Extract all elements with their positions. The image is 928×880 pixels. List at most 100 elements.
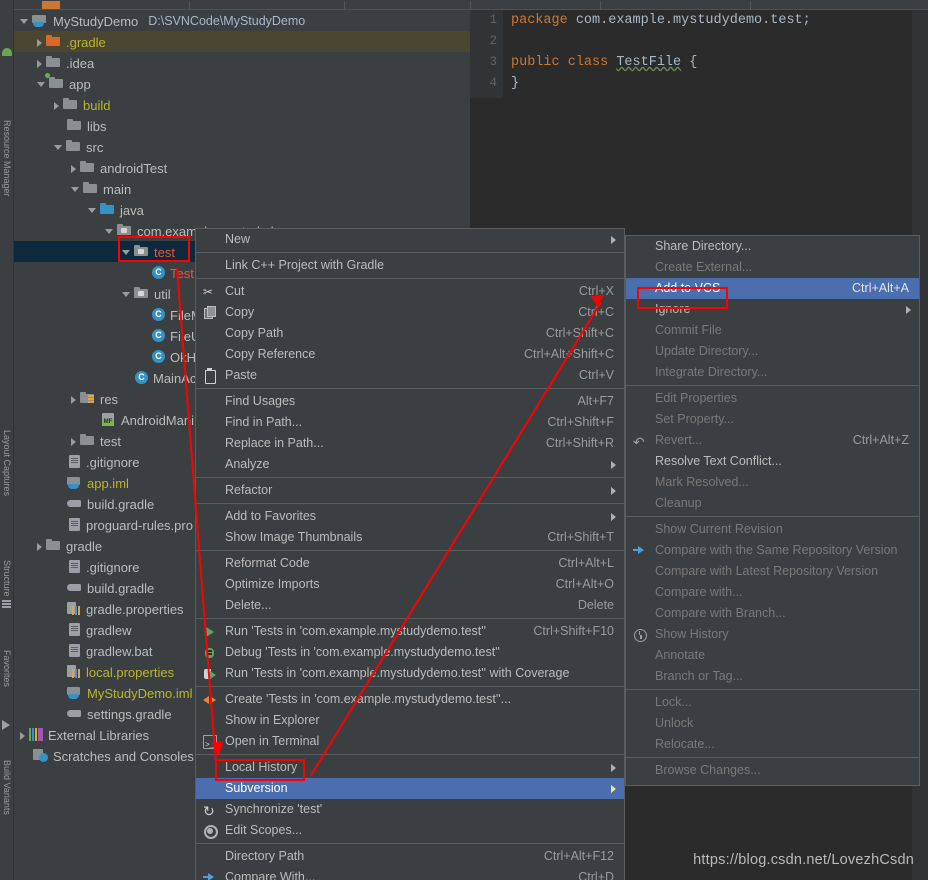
tree-node-gradle[interactable]: .gradle bbox=[14, 31, 470, 52]
menu-item-copy-path[interactable]: Copy Path Ctrl+Shift+C bbox=[196, 323, 624, 344]
menu-item-replace-in-path[interactable]: Replace in Path... Ctrl+Shift+R bbox=[196, 433, 624, 454]
code-line[interactable]: } bbox=[503, 73, 928, 94]
chevron-down-icon[interactable] bbox=[122, 292, 130, 298]
android-icon[interactable] bbox=[2, 48, 12, 58]
menu-item-show-in-explorer[interactable]: Show in Explorer bbox=[196, 710, 624, 731]
iml-icon bbox=[67, 686, 82, 699]
menu-item-create-tests-in-com-example-mystudydemo-te[interactable]: Create 'Tests in 'com.example.mystudydem… bbox=[196, 689, 624, 710]
tree-node-src[interactable]: src bbox=[14, 136, 470, 157]
tree-node-label: .idea bbox=[66, 56, 95, 72]
chevron-right-icon bbox=[611, 764, 616, 772]
chevron-down-icon[interactable] bbox=[37, 82, 45, 88]
menu-item-debug-tests-in-com-example-mystudydemo-tes[interactable]: Debug 'Tests in 'com.example.mystudydemo… bbox=[196, 642, 624, 663]
structure-icon[interactable] bbox=[2, 600, 12, 610]
favorites-arrow-icon[interactable] bbox=[2, 720, 12, 730]
tree-node-java[interactable]: java bbox=[14, 199, 470, 220]
menu-item-reformat-code[interactable]: Reformat Code Ctrl+Alt+L bbox=[196, 553, 624, 574]
menu-item-directory-path[interactable]: Directory Path Ctrl+Alt+F12 bbox=[196, 846, 624, 867]
tree-node-app[interactable]: app bbox=[14, 73, 470, 94]
chevron-down-icon[interactable] bbox=[122, 250, 130, 256]
menu-separator bbox=[196, 388, 624, 389]
code-token: com.example.mystudydemo.test; bbox=[575, 13, 811, 28]
code-line[interactable] bbox=[503, 31, 928, 52]
editor-code-area[interactable]: package com.example.mystudydemo.test; pu… bbox=[503, 10, 928, 98]
menu-item-resolve-text-conflict[interactable]: Resolve Text Conflict... bbox=[626, 451, 919, 472]
menu-item-local-history[interactable]: Local History bbox=[196, 757, 624, 778]
chevron-right-icon[interactable] bbox=[37, 38, 42, 47]
menu-separator bbox=[196, 477, 624, 478]
chevron-right-icon[interactable] bbox=[37, 59, 42, 68]
scissors-icon bbox=[203, 285, 217, 299]
menu-item-run-tests-in-com-example-mystudydemo-test[interactable]: Run 'Tests in 'com.example.mystudydemo.t… bbox=[196, 621, 624, 642]
menu-item-label: Compare with the Same Repository Version bbox=[655, 543, 898, 557]
menu-item-shortcut: Ctrl+Alt+A bbox=[852, 281, 909, 295]
chevron-down-icon[interactable] bbox=[88, 208, 96, 214]
menu-item-find-in-path[interactable]: Find in Path... Ctrl+Shift+F bbox=[196, 412, 624, 433]
chevron-right-icon[interactable] bbox=[71, 437, 76, 446]
menu-item-shortcut: Ctrl+D bbox=[578, 870, 614, 880]
menu-item-commit-file: Commit File bbox=[626, 320, 919, 341]
menu-item-paste[interactable]: Paste Ctrl+V bbox=[196, 365, 624, 386]
tree-node-build[interactable]: build bbox=[14, 94, 470, 115]
menu-item-ignore[interactable]: Ignore bbox=[626, 299, 919, 320]
code-token: TestFile bbox=[616, 55, 682, 70]
tree-node-main[interactable]: main bbox=[14, 178, 470, 199]
menu-item-label: Local History bbox=[225, 760, 298, 774]
file-icon bbox=[69, 518, 80, 532]
menu-item-add-to-vcs[interactable]: Add to VCS Ctrl+Alt+A bbox=[626, 278, 919, 299]
menu-item-label: Run 'Tests in 'com.example.mystudydemo.t… bbox=[225, 624, 487, 638]
chevron-right-icon[interactable] bbox=[71, 395, 76, 404]
chevron-right-icon[interactable] bbox=[37, 542, 42, 551]
menu-item-link-c-project-with-gradle[interactable]: Link C++ Project with Gradle bbox=[196, 255, 624, 276]
toolwindow-resource-manager[interactable]: Resource Manager bbox=[0, 120, 14, 197]
chevron-right-icon[interactable] bbox=[54, 101, 59, 110]
toolwindow-layout-captures[interactable]: Layout Captures bbox=[0, 430, 14, 496]
menu-item-analyze[interactable]: Analyze bbox=[196, 454, 624, 475]
menu-item-refactor[interactable]: Refactor bbox=[196, 480, 624, 501]
menu-item-shortcut: Delete bbox=[577, 598, 614, 612]
tree-node-androidtest[interactable]: androidTest bbox=[14, 157, 470, 178]
menu-item-optimize-imports[interactable]: Optimize Imports Ctrl+Alt+O bbox=[196, 574, 624, 595]
chevron-down-icon[interactable] bbox=[54, 145, 62, 151]
menu-item-open-in-terminal[interactable]: Open in Terminal bbox=[196, 731, 624, 756]
chevron-right-icon[interactable] bbox=[20, 731, 25, 740]
chevron-right-icon[interactable] bbox=[71, 164, 76, 173]
chevron-down-icon[interactable] bbox=[71, 187, 79, 193]
menu-item-edit-scopes[interactable]: Edit Scopes... bbox=[196, 820, 624, 841]
scratches-icon bbox=[33, 749, 48, 763]
gradle-icon bbox=[67, 708, 82, 719]
file-icon bbox=[69, 623, 80, 637]
menu-item-subversion[interactable]: Subversion bbox=[196, 778, 624, 799]
menu-item-run-tests-in-com-example-mystudydemo-test-[interactable]: Run 'Tests in 'com.example.mystudydemo.t… bbox=[196, 663, 624, 684]
menu-item-label: Mark Resolved... bbox=[655, 475, 749, 489]
menu-item-copy[interactable]: Copy Ctrl+C bbox=[196, 302, 624, 323]
menu-item-shortcut: Ctrl+Shift+R bbox=[545, 436, 614, 450]
tree-node-mystudydemo[interactable]: MyStudyDemo D:\SVNCode\MyStudyDemo bbox=[14, 10, 470, 31]
menu-item-synchronize-test[interactable]: Synchronize 'test' bbox=[196, 799, 624, 822]
menu-item-add-to-favorites[interactable]: Add to Favorites bbox=[196, 506, 624, 527]
menu-separator bbox=[196, 618, 624, 619]
tree-node-label: Scratches and Consoles bbox=[53, 749, 194, 765]
menu-item-delete[interactable]: Delete... Delete bbox=[196, 595, 624, 616]
menu-item-new[interactable]: New bbox=[196, 229, 624, 250]
menu-item-compare-with[interactable]: Compare With... Ctrl+D bbox=[196, 867, 624, 880]
chevron-down-icon[interactable] bbox=[20, 19, 28, 25]
create-icon bbox=[203, 693, 217, 707]
menu-item-show-image-thumbnails[interactable]: Show Image Thumbnails Ctrl+Shift+T bbox=[196, 527, 624, 548]
code-line[interactable]: package com.example.mystudydemo.test; bbox=[503, 10, 928, 31]
subversion-submenu[interactable]: Share Directory... Create External... Add … bbox=[625, 235, 920, 786]
code-line[interactable]: public class TestFile { bbox=[503, 52, 928, 73]
menu-item-share-directory[interactable]: Share Directory... bbox=[626, 236, 919, 257]
toolwindow-favorites[interactable]: Favorites bbox=[0, 650, 14, 687]
code-token: package bbox=[511, 13, 576, 28]
menu-item-find-usages[interactable]: Find Usages Alt+F7 bbox=[196, 391, 624, 412]
tree-node-label: build.gradle bbox=[87, 497, 155, 513]
tree-node-idea[interactable]: .idea bbox=[14, 52, 470, 73]
tree-node-libs[interactable]: libs bbox=[14, 115, 470, 136]
chevron-down-icon[interactable] bbox=[105, 229, 113, 235]
toolwindow-structure[interactable]: Structure bbox=[0, 560, 14, 597]
context-menu[interactable]: New Link C++ Project with Gradle Cut Ctrl+X… bbox=[195, 228, 625, 880]
menu-item-copy-reference[interactable]: Copy Reference Ctrl+Alt+Shift+C bbox=[196, 344, 624, 365]
toolwindow-build-variants[interactable]: Build Variants bbox=[0, 760, 14, 815]
menu-item-cut[interactable]: Cut Ctrl+X bbox=[196, 281, 624, 302]
